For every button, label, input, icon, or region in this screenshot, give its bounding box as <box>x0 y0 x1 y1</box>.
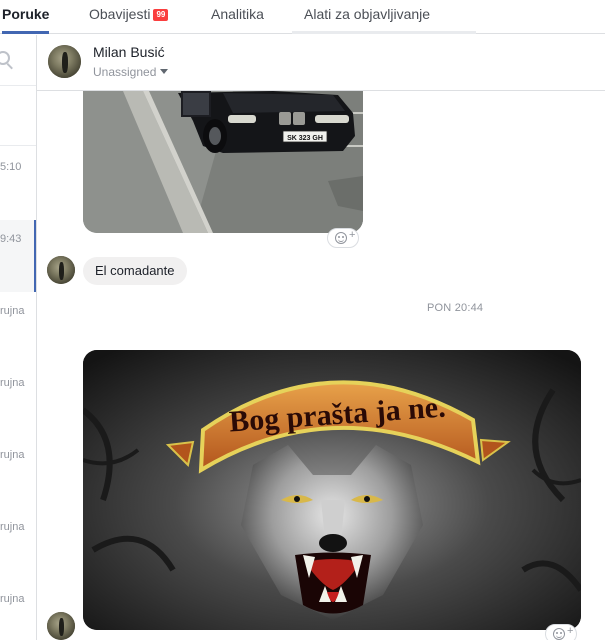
tab-notifications-label: Obavijesti <box>89 6 151 22</box>
text-message[interactable]: El comadante <box>83 257 187 285</box>
car-photo: SK 323 GH <box>83 91 363 233</box>
plus-icon: + <box>349 229 356 241</box>
divider <box>0 85 36 86</box>
contact-name[interactable]: Milan Busić <box>93 44 165 60</box>
conversation-item-time[interactable]: rujna <box>0 377 24 389</box>
conversation-list: 5:10 9:43 rujna rujna rujna rujna rujna <box>0 35 37 640</box>
wolf-photo: Bog prašta ja ne. <box>83 350 581 630</box>
conversation-item-time[interactable]: rujna <box>0 449 24 461</box>
top-tab-bar: Poruke Obavijesti 99 Analitika Alati za o… <box>0 0 605 34</box>
notifications-badge: 99 <box>153 9 169 21</box>
conversation-item-time[interactable]: 5:10 <box>0 161 21 173</box>
message-timestamp: PON 20:44 <box>427 302 484 314</box>
selected-indicator <box>34 220 36 292</box>
selected-conversation-bg <box>0 220 36 292</box>
chevron-down-icon <box>160 69 169 74</box>
assignment-dropdown[interactable]: Unassigned <box>93 65 169 79</box>
avatar[interactable] <box>47 612 75 640</box>
add-reaction-button[interactable]: + <box>545 624 577 640</box>
plus-icon: + <box>567 625 574 637</box>
photo-message-car[interactable]: SK 323 GH <box>83 91 363 233</box>
svg-text:SK 323 GH: SK 323 GH <box>287 135 323 142</box>
divider <box>0 145 36 146</box>
search-icon[interactable] <box>0 51 14 70</box>
conversation-item-time[interactable]: rujna <box>0 305 24 317</box>
tab-notifications[interactable]: Obavijesti 99 <box>89 0 169 34</box>
conversation-header: Milan Busić Unassigned <box>37 35 605 91</box>
avatar[interactable] <box>47 256 75 284</box>
tab-publishing-tools[interactable]: Alati za objavljivanje <box>291 0 477 34</box>
assignment-label: Unassigned <box>93 65 157 79</box>
avatar[interactable] <box>48 45 81 78</box>
message-thread: SK 323 GH + El comadante PON 20:44 Bog p… <box>37 91 605 640</box>
conversation-item-time[interactable]: 9:43 <box>0 233 21 245</box>
smiley-icon <box>553 628 565 640</box>
tab-insights[interactable]: Analitika <box>211 0 264 34</box>
photo-message-wolf[interactable]: Bog prašta ja ne. <box>83 350 581 630</box>
conversation-item-time[interactable]: rujna <box>0 521 24 533</box>
tab-messages[interactable]: Poruke <box>2 0 50 34</box>
conversation-item-time[interactable]: rujna <box>0 593 24 605</box>
add-reaction-button[interactable]: + <box>327 228 359 248</box>
smiley-icon <box>335 232 347 244</box>
